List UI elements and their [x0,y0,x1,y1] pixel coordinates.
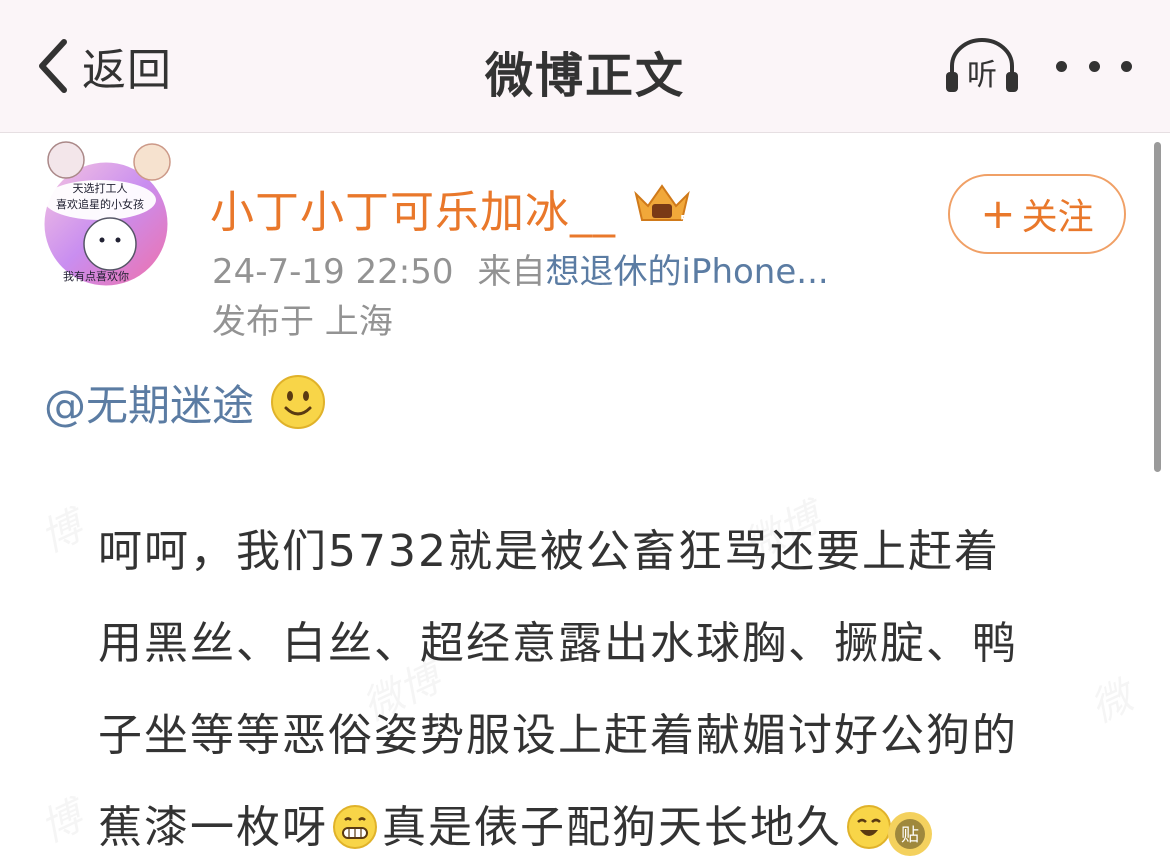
dot-icon [1088,60,1100,72]
watermark: 博 [33,503,90,562]
laugh-emoji-icon [847,805,891,849]
more-options-button[interactable] [1056,52,1132,80]
watermark: 博 [33,793,90,852]
post-text-line: 呵呵，我们5732就是被公畜狂骂还要上赶着 [98,526,1000,577]
svg-text:5: 5 [680,213,688,227]
post-meta: 24-7-19 22:50 来自想退休的iPhone... [212,244,829,293]
grin-emoji-icon [333,805,377,849]
post-text-line: 蕉漆一枚呀 真是俵子配狗天长地久 [98,796,1098,866]
crown-badge-icon: 5 [634,184,690,227]
author-avatar[interactable]: 天选打工人 喜欢追星的小女孩 我有点喜欢你 [40,140,172,290]
follow-label: 关注 [1021,197,1094,238]
app-badge-icon: 贴 [888,812,932,856]
dot-icon [1121,60,1132,72]
author-name[interactable]: 小丁小丁可乐加冰__ [210,176,616,240]
svg-text:天选打工人: 天选打工人 [73,181,128,195]
post-text-segment: 真是俵子配狗天长地久 [382,802,842,853]
mention-link[interactable]: @无期迷途 [44,372,254,433]
source-link[interactable]: 想退休的iPhone... [546,252,829,292]
smile-emoji-icon [271,375,326,429]
source-prefix: 来自 [477,252,546,292]
weibo-post-page: 返回 微博正文 听 天选打工人 喜欢追星的小女孩 我有点喜欢你 小丁小丁可乐加冰… [0,0,1170,866]
mention-line: @无期迷途 [44,372,326,432]
scrollbar[interactable] [1154,142,1161,472]
listen-label: 听 [967,58,997,93]
post-time: 24-7-19 22:50 [212,252,454,292]
badge-label: 贴 [895,819,925,849]
svg-text:我有点喜欢你: 我有点喜欢你 [63,269,129,283]
post-location: 发布于 上海 [212,302,393,342]
post-text-segment: 蕉漆一枚呀 [98,802,328,853]
svg-text:喜欢追星的小女孩: 喜欢追星的小女孩 [56,197,144,211]
dot-icon [1056,60,1067,72]
nav-header: 返回 微博正文 听 [0,0,1170,133]
post-text-line: 用黑丝、白丝、超经意露出水球胸、撅腚、鸭 [98,618,1018,669]
follow-button[interactable]: + 关注 [948,174,1126,254]
plus-icon: + [980,189,1016,238]
post-body: 呵呵，我们5732就是被公畜狂骂还要上赶着 用黑丝、白丝、超经意露出水球胸、撅腚… [98,520,1098,866]
post-text-line: 子坐等等恶俗姿势服设上赶着献媚讨好公狗的 [98,710,1018,761]
listen-button[interactable]: 听 [944,36,1020,96]
